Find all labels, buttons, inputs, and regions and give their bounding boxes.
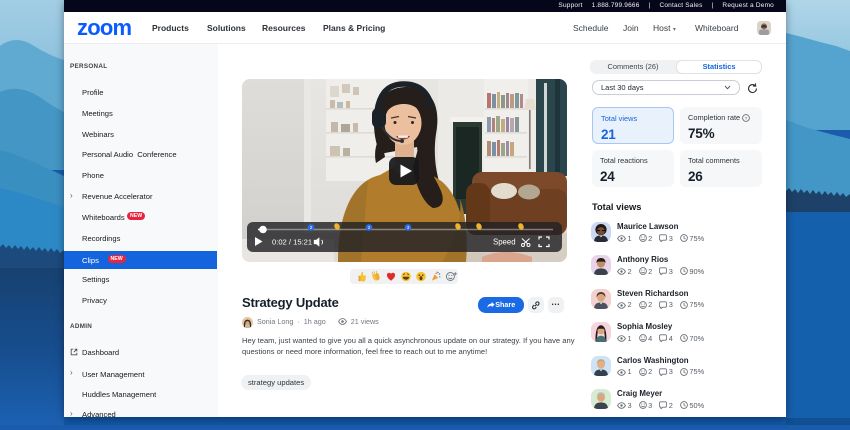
svg-text:2: 2 — [368, 225, 371, 230]
svg-text:3: 3 — [407, 225, 410, 230]
svg-text:0:02 / 15:21: 0:02 / 15:21 — [272, 238, 312, 247]
svg-text:Speed: Speed — [493, 238, 516, 247]
svg-text:?: ? — [745, 115, 748, 121]
svg-text:2: 2 — [310, 225, 313, 230]
